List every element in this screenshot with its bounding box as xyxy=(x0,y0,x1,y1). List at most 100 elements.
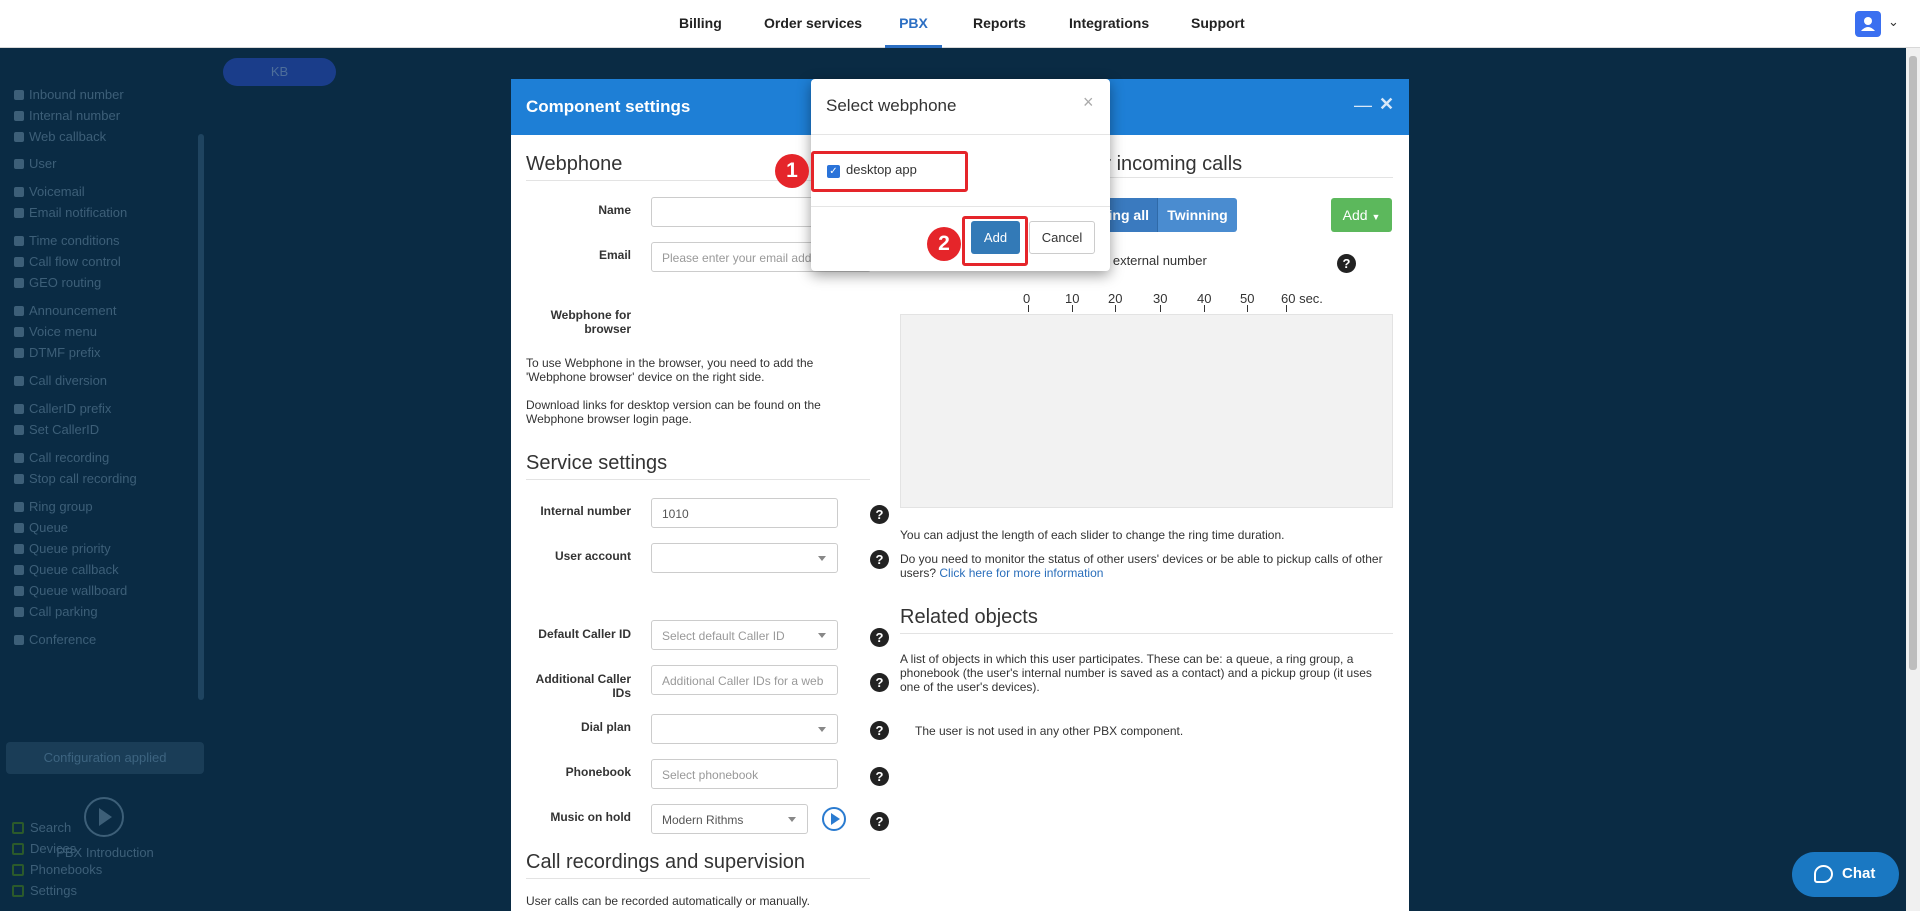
sidebar-item-user[interactable]: User xyxy=(14,156,56,171)
highlight-box xyxy=(811,151,968,192)
sidebar-link-phonebooks[interactable]: Phonebooks xyxy=(12,862,102,877)
sidebar: Inbound number Internal number Web callb… xyxy=(0,48,214,911)
dialog-title: Select webphone xyxy=(826,96,957,115)
help-icon[interactable]: ? xyxy=(1337,254,1356,273)
table-icon xyxy=(14,586,24,596)
step-badge: 2 xyxy=(927,227,961,261)
id-card-icon xyxy=(14,425,24,435)
internal-number-field[interactable]: 1010 xyxy=(651,498,838,528)
user-icon xyxy=(1861,17,1875,31)
sidebar-item-email-notification[interactable]: Email notification xyxy=(14,205,127,220)
sidebar-item-voicemail[interactable]: Voicemail xyxy=(14,184,85,199)
sidebar-scrollbar[interactable] xyxy=(198,134,204,700)
twinning-button[interactable]: Twinning xyxy=(1157,198,1237,232)
sidebar-item-call-recording[interactable]: Call recording xyxy=(14,450,109,465)
sidebar-link-settings[interactable]: Settings xyxy=(12,883,77,898)
sidebar-item-callerid-prefix[interactable]: CallerID prefix xyxy=(14,401,111,416)
sidebar-item-internal-number[interactable]: Internal number xyxy=(14,108,120,123)
kb-button[interactable]: KB xyxy=(223,58,336,86)
sidebar-item-geo-routing[interactable]: GEO routing xyxy=(14,275,101,290)
chat-button[interactable]: Chat xyxy=(1792,852,1899,897)
tab-billing[interactable]: Billing xyxy=(677,0,724,48)
sidebar-item-stop-call-recording[interactable]: Stop call recording xyxy=(14,471,137,486)
sidebar-item-call-flow-control[interactable]: Call flow control xyxy=(14,254,121,269)
voicemail-icon xyxy=(14,187,24,197)
sidebar-item-queue-callback[interactable]: Queue callback xyxy=(14,562,119,577)
sidebar-item-inbound-number[interactable]: Inbound number xyxy=(14,87,124,102)
ring-all-button[interactable]: ing all xyxy=(1102,198,1157,232)
chevron-down-icon xyxy=(818,556,826,561)
sidebar-item-conference[interactable]: Conference xyxy=(14,632,96,647)
users-icon xyxy=(14,502,24,512)
music-on-hold-select[interactable]: Modern Rithms xyxy=(651,804,808,834)
sidebar-item-voice-menu[interactable]: Voice menu xyxy=(14,324,97,339)
monitor-icon xyxy=(12,843,24,855)
sidebar-item-time-conditions[interactable]: Time conditions xyxy=(14,233,120,248)
help-icon[interactable]: ? xyxy=(870,628,889,647)
sidebar-item-set-callerid[interactable]: Set CallerID xyxy=(14,422,99,437)
ring-tick-label: 0 xyxy=(1023,291,1031,306)
email-label: Email xyxy=(598,248,631,262)
callback-icon xyxy=(14,132,24,142)
ring-tick-label: 30 xyxy=(1153,291,1168,306)
sidebar-item-queue-priority[interactable]: Queue priority xyxy=(14,541,111,556)
chevron-down-icon xyxy=(788,817,796,822)
user-account-select[interactable] xyxy=(651,543,838,573)
external-number-text: n external number xyxy=(1102,253,1207,268)
play-icon xyxy=(99,808,112,826)
minimize-icon[interactable]: — xyxy=(1354,95,1372,116)
help-icon[interactable]: ? xyxy=(870,673,889,692)
music-on-hold-label: Music on hold xyxy=(550,810,631,824)
sidebar-link-search[interactable]: Search xyxy=(12,820,71,835)
user-menu-button[interactable] xyxy=(1855,11,1881,37)
user-plus-icon xyxy=(14,523,24,533)
ring-tick-label: 20 xyxy=(1108,291,1123,306)
webphone-info-text-1: To use Webphone in the browser, you need… xyxy=(526,356,814,384)
chat-label: Chat xyxy=(1842,865,1876,882)
configuration-applied-button[interactable]: Configuration applied xyxy=(6,742,204,774)
help-icon[interactable]: ? xyxy=(870,767,889,786)
default-callerid-select[interactable]: Select default Caller ID xyxy=(651,620,838,650)
tab-reports[interactable]: Reports xyxy=(971,0,1028,48)
webphone-browser-label: Webphone for browser xyxy=(550,308,631,336)
page-scrollbar-thumb[interactable] xyxy=(1909,56,1917,670)
sidebar-item-call-parking[interactable]: Call parking xyxy=(14,604,98,619)
sidebar-item-dtmf-prefix[interactable]: DTMF prefix xyxy=(14,345,101,360)
help-icon[interactable]: ? xyxy=(870,812,889,831)
add-device-button[interactable]: Add ▼ xyxy=(1331,198,1392,232)
sidebar-item-ring-group[interactable]: Ring group xyxy=(14,499,93,514)
related-objects-empty: The user is not used in any other PBX co… xyxy=(915,724,1184,738)
help-icon[interactable]: ? xyxy=(870,505,889,524)
phone-icon xyxy=(14,90,24,100)
comments-icon xyxy=(14,635,24,645)
help-icon[interactable]: ? xyxy=(870,721,889,740)
ring-time-area[interactable] xyxy=(900,314,1393,508)
ring-tick-mark xyxy=(1028,305,1029,312)
sidebar-item-announcement[interactable]: Announcement xyxy=(14,303,116,318)
dialog-cancel-button[interactable]: Cancel xyxy=(1029,221,1095,254)
chevron-down-icon xyxy=(818,633,826,638)
id-card-icon xyxy=(14,404,24,414)
additional-callerid-input[interactable]: Additional Caller IDs for a web xyxy=(651,665,838,695)
more-information-link[interactable]: Click here for more information xyxy=(939,566,1103,580)
tab-support[interactable]: Support xyxy=(1189,0,1247,48)
sidebar-item-call-diversion[interactable]: Call diversion xyxy=(14,373,107,388)
dial-plan-select[interactable] xyxy=(651,714,838,744)
sidebar-item-web-callback[interactable]: Web callback xyxy=(14,129,106,144)
play-music-button[interactable] xyxy=(822,807,846,831)
tab-integrations[interactable]: Integrations xyxy=(1067,0,1151,48)
sidebar-link-devices[interactable]: Devices xyxy=(12,841,76,856)
close-icon[interactable]: ✕ xyxy=(1379,94,1394,115)
sidebar-item-queue[interactable]: Queue xyxy=(14,520,68,535)
tab-order-services[interactable]: Order services xyxy=(762,0,864,48)
related-objects-title: Related objects xyxy=(900,606,1393,634)
sidebar-item-queue-wallboard[interactable]: Queue wallboard xyxy=(14,583,127,598)
help-icon[interactable]: ? xyxy=(870,550,889,569)
chevron-down-icon[interactable]: ⌄ xyxy=(1888,14,1899,30)
tab-pbx[interactable]: PBX xyxy=(885,0,942,48)
webphone-info-text-2: Download links for desktop version can b… xyxy=(526,398,821,426)
phonebook-select[interactable]: Select phonebook xyxy=(651,759,838,789)
close-icon[interactable]: × xyxy=(1083,92,1094,113)
gear-icon xyxy=(12,885,24,897)
ring-tick-mark xyxy=(1247,305,1248,312)
